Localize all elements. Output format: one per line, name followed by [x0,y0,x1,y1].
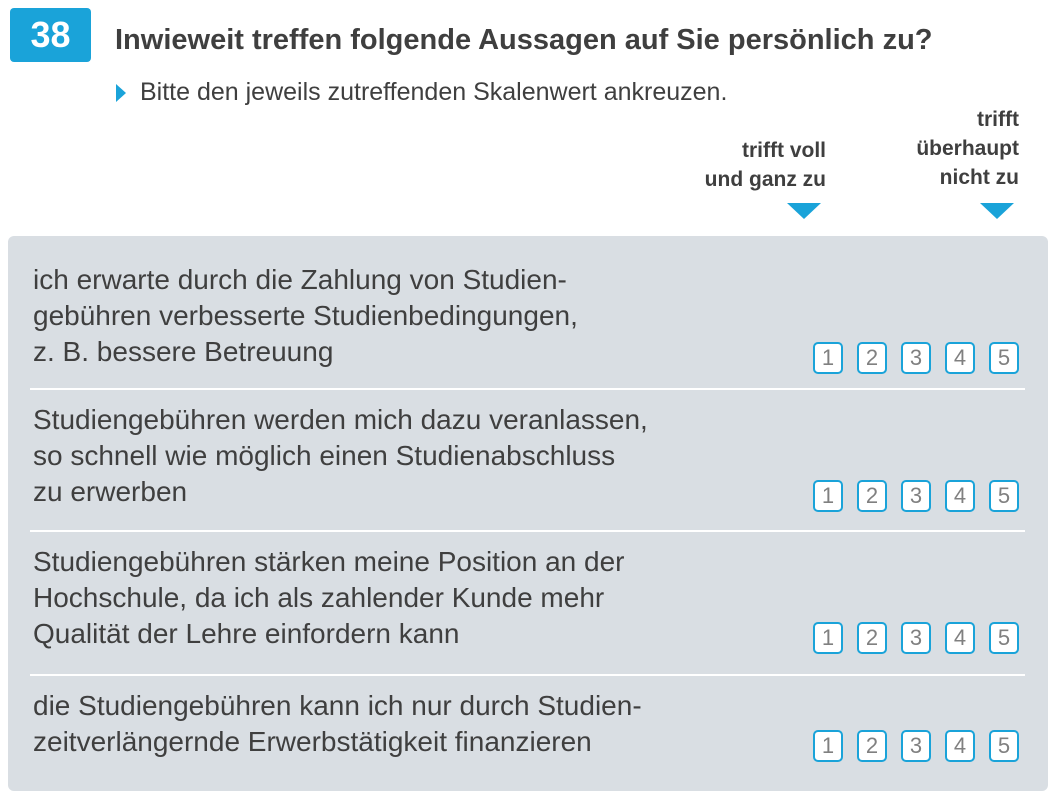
item-text: Studiengebühren stärken meine Position a… [33,546,625,649]
rating-checkbox-1[interactable]: 1 [813,730,843,762]
rating-checkbox-4[interactable]: 4 [945,480,975,512]
rating-checkbox-2[interactable]: 2 [857,622,887,654]
arrow-right-icon [116,83,126,102]
list-item: ich erwarte durch die Zahlung von Studie… [30,254,1025,390]
instruction: Bitte den jeweils zutreffenden Skalenwer… [116,78,727,107]
list-item: Studiengebühren stärken meine Position a… [30,532,1025,676]
rating-checkbox-1[interactable]: 1 [813,480,843,512]
rating-checkbox-1[interactable]: 1 [813,342,843,374]
rating-checkbox-5[interactable]: 5 [989,730,1019,762]
rating-checkbox-2[interactable]: 2 [857,730,887,762]
rating-checkbox-5[interactable]: 5 [989,342,1019,374]
rating-checkbox-4[interactable]: 4 [945,622,975,654]
question-title: Inwieweit treffen folgende Aussagen auf … [115,24,933,56]
scale-label-agree: trifft voll und ganz zu [704,139,826,191]
rating-checkbox-2[interactable]: 2 [857,480,887,512]
rating-options: 1 2 3 4 5 [813,480,1019,512]
rating-checkbox-3[interactable]: 3 [901,480,931,512]
rating-checkbox-3[interactable]: 3 [901,622,931,654]
item-text: Studiengebühren werden mich dazu veranla… [33,404,648,507]
list-item: Studiengebühren werden mich dazu veranla… [30,390,1025,532]
rating-options: 1 2 3 4 5 [813,622,1019,654]
scale-label-disagree: trifft überhaupt nicht zu [916,108,1019,189]
rating-checkbox-3[interactable]: 3 [901,342,931,374]
instruction-text: Bitte den jeweils zutreffenden Skalenwer… [140,78,728,106]
rating-checkbox-3[interactable]: 3 [901,730,931,762]
question-number-badge: 38 [10,8,91,62]
item-text: die Studiengebühren kann ich nur durch S… [33,690,642,757]
list-item: die Studiengebühren kann ich nur durch S… [30,676,1025,786]
rating-checkbox-1[interactable]: 1 [813,622,843,654]
rating-checkbox-5[interactable]: 5 [989,622,1019,654]
rating-checkbox-4[interactable]: 4 [945,342,975,374]
rating-checkbox-5[interactable]: 5 [989,480,1019,512]
rating-options: 1 2 3 4 5 [813,342,1019,374]
item-text: ich erwarte durch die Zahlung von Studie… [33,264,578,367]
items-panel: ich erwarte durch die Zahlung von Studie… [8,236,1048,791]
arrow-down-icon [787,203,821,219]
rating-options: 1 2 3 4 5 [813,730,1019,762]
rating-checkbox-2[interactable]: 2 [857,342,887,374]
arrow-down-icon [980,203,1014,219]
rating-checkbox-4[interactable]: 4 [945,730,975,762]
